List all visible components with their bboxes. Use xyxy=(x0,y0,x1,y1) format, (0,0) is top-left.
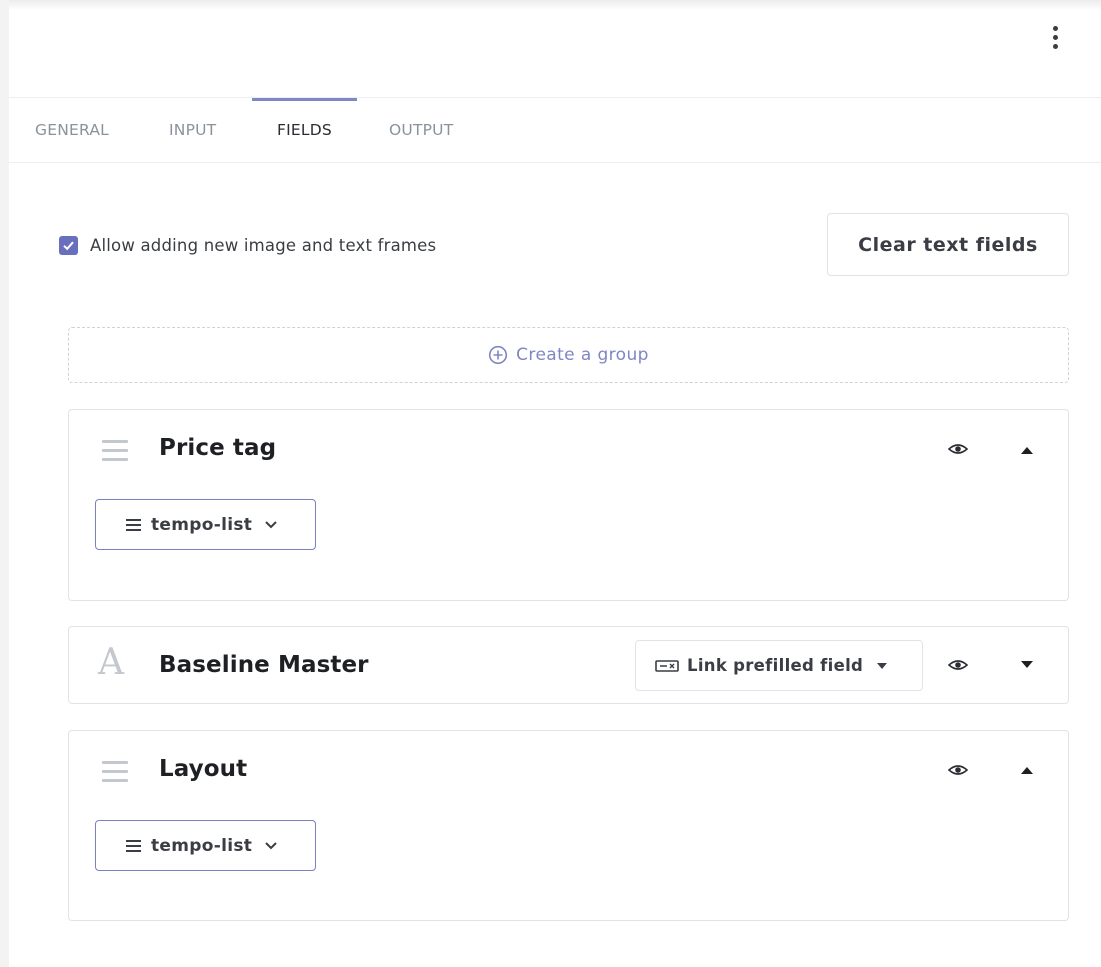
plus-circle-icon xyxy=(489,345,508,365)
text-field-icon: A xyxy=(98,642,124,683)
checkmark-icon xyxy=(63,241,74,250)
list-select-dropdown[interactable]: tempo-list xyxy=(95,820,316,871)
eye-icon[interactable] xyxy=(948,763,968,777)
chevron-down-icon xyxy=(265,842,277,850)
eye-icon[interactable] xyxy=(948,658,968,672)
drag-handle-icon[interactable] xyxy=(102,440,128,461)
panel-header xyxy=(9,0,1101,98)
input-field-icon xyxy=(655,659,679,672)
list-select-dropdown[interactable]: tempo-list xyxy=(95,499,316,550)
allow-frames-option[interactable]: Allow adding new image and text frames xyxy=(59,233,436,257)
allow-frames-label: Allow adding new image and text frames xyxy=(90,235,437,255)
tab-output[interactable]: OUTPUT xyxy=(389,98,453,162)
fields-panel: GENERAL INPUT FIELDS OUTPUT Allow adding… xyxy=(0,0,1101,967)
tab-bar: GENERAL INPUT FIELDS OUTPUT xyxy=(9,98,1101,163)
card-title: Baseline Master xyxy=(159,652,369,678)
clear-text-fields-button[interactable]: Clear text fields xyxy=(827,213,1069,276)
link-prefilled-field-dropdown[interactable]: Link prefilled field xyxy=(635,640,923,691)
allow-frames-checkbox[interactable] xyxy=(59,235,78,255)
tab-general[interactable]: GENERAL xyxy=(35,98,109,162)
caret-up-icon[interactable] xyxy=(1019,765,1035,775)
field-card-layout: Layout tempo-list xyxy=(68,730,1069,921)
chevron-down-icon xyxy=(265,521,277,529)
caret-up-icon[interactable] xyxy=(1019,445,1035,455)
list-icon xyxy=(126,839,141,852)
caret-down-icon xyxy=(877,662,888,669)
caret-down-icon[interactable] xyxy=(1019,660,1035,670)
list-icon xyxy=(126,518,141,531)
card-title: Price tag xyxy=(159,435,277,461)
field-card-baseline-master: A Baseline Master Link prefilled field xyxy=(68,626,1069,704)
list-select-label: tempo-list xyxy=(151,514,253,535)
field-card-price-tag: Price tag tempo-list xyxy=(68,409,1069,601)
create-group-label: Create a group xyxy=(516,345,649,365)
list-select-label: tempo-list xyxy=(151,835,253,856)
card-title: Layout xyxy=(159,756,248,782)
kebab-menu-icon[interactable] xyxy=(1049,26,1061,56)
tab-fields[interactable]: FIELDS xyxy=(252,98,357,162)
link-prefilled-label: Link prefilled field xyxy=(687,656,864,675)
drag-handle-icon[interactable] xyxy=(102,761,128,782)
tab-input[interactable]: INPUT xyxy=(169,98,216,162)
eye-icon[interactable] xyxy=(948,442,968,456)
create-group-button[interactable]: Create a group xyxy=(68,327,1069,383)
